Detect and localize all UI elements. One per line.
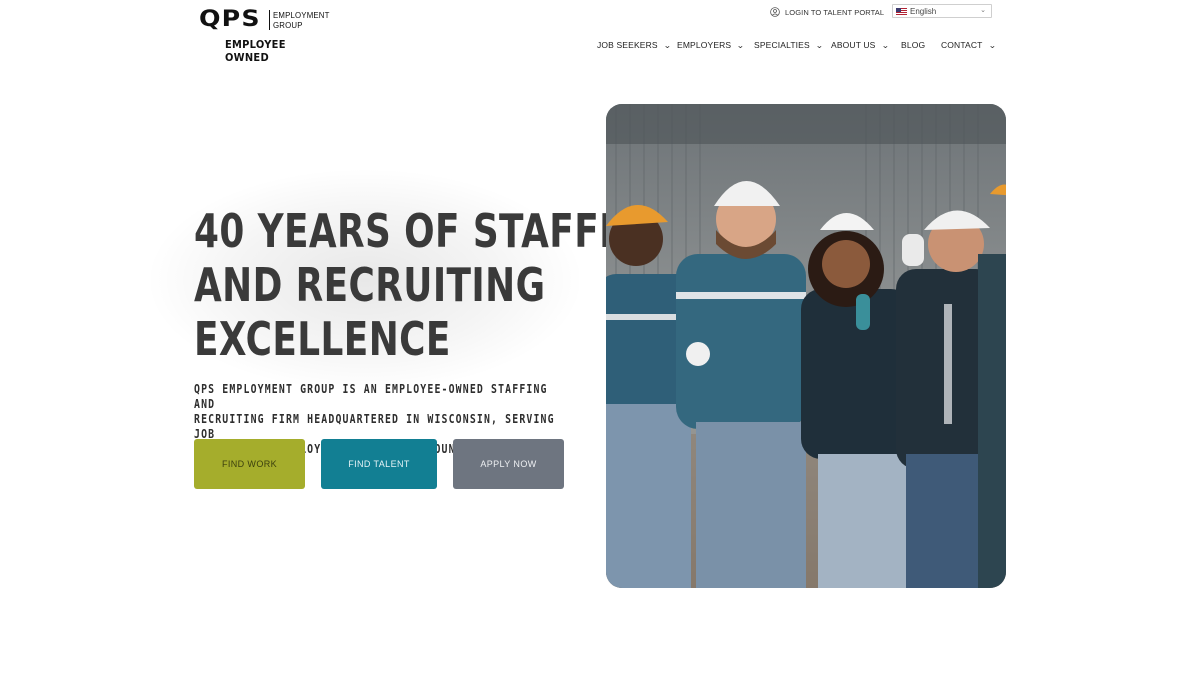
login-label: LOGIN TO TALENT PORTAL [785,7,885,17]
nav-item-contact[interactable]: CONTACT ⌄ [941,40,997,50]
nav-item-about-us[interactable]: ABOUT US ⌄ [831,40,890,50]
language-select[interactable]: English ⌄ [892,4,992,18]
chevron-down-icon: ⌄ [880,40,890,50]
hero-headline: 40 YEARS OF STAFFING AND RECRUITING EXCE… [194,204,674,366]
logo-tagline: EMPLOYEE OWNED [225,38,286,64]
user-circle-icon [770,7,780,17]
login-talent-portal-link[interactable]: LOGIN TO TALENT PORTAL [770,6,884,18]
chevron-down-icon: ⌄ [980,7,986,14]
logo-line-2: GROUP [273,20,303,30]
logo-subtitle: EMPLOYMENT GROUP [273,10,330,30]
apply-now-button[interactable]: APPLY NOW [453,439,564,489]
nav-label: ABOUT US [831,40,876,50]
logo-line-1: EMPLOYMENT [273,10,330,20]
language-value: English [910,6,937,16]
chevron-down-icon: ⌄ [987,40,997,50]
nav-label: JOB SEEKERS [597,40,658,50]
site-logo[interactable]: QPS EMPLOYMENT GROUP EMPLOYEE OWNED [199,7,330,64]
nav-item-employers[interactable]: EMPLOYERS ⌄ [677,40,745,50]
hero-photo-workers [606,104,1006,588]
nav-label: BLOG [901,40,926,50]
nav-item-blog[interactable]: BLOG [901,40,925,50]
nav-label: EMPLOYERS [677,40,732,50]
find-talent-button[interactable]: FIND TALENT [321,439,437,489]
nav-label: SPECIALTIES [754,40,810,50]
us-flag-icon [896,7,907,15]
headline-line: 40 YEARS OF STAFFING [194,204,674,258]
headline-line: AND RECRUITING [194,258,546,312]
workers-illustration [606,104,1006,588]
headline-line: EXCELLENCE [194,312,451,366]
description-line: RECRUITING FIRM HEADQUARTERED IN WISCONS… [194,412,555,441]
chevron-down-icon: ⌄ [815,40,824,50]
description-line: QPS EMPLOYMENT GROUP IS AN EMPLOYEE-OWNE… [194,382,548,411]
nav-item-specialties[interactable]: SPECIALTIES ⌄ [754,40,823,50]
nav-label: CONTACT [941,40,983,50]
logo-wordmark: QPS [199,7,261,32]
chevron-down-icon: ⌄ [663,40,672,50]
find-work-button[interactable]: FIND WORK [194,439,305,489]
nav-item-job-seekers[interactable]: JOB SEEKERS ⌄ [597,40,671,50]
logo-divider [269,10,270,30]
chevron-down-icon: ⌄ [736,40,745,50]
